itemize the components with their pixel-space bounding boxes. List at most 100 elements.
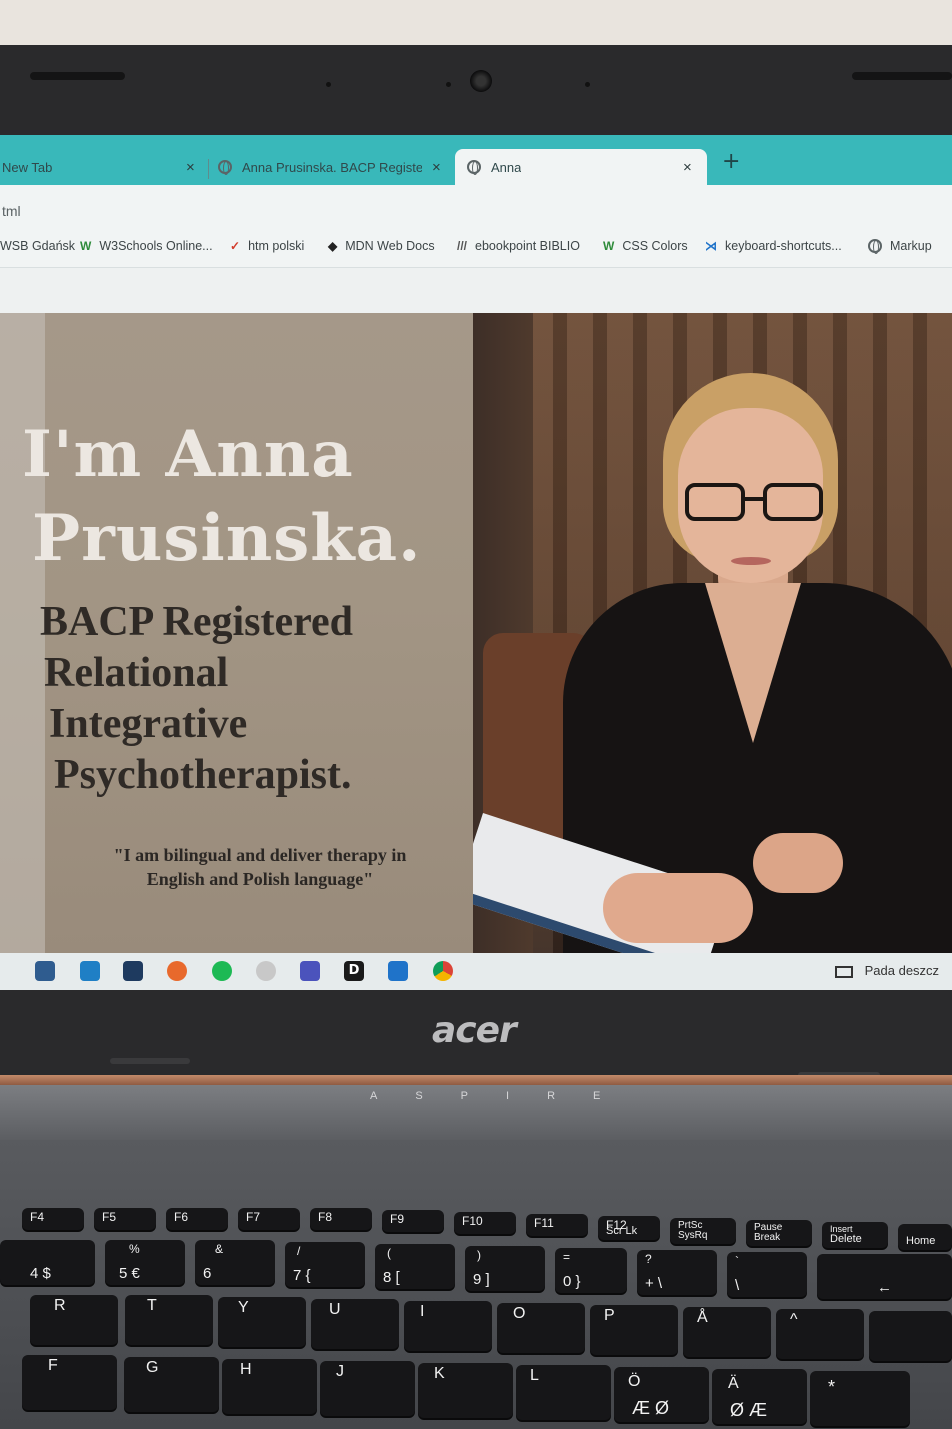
- d-app-icon[interactable]: D: [344, 961, 364, 981]
- key-plus[interactable]: ? + \: [637, 1250, 717, 1295]
- tab-anna[interactable]: Anna ×: [455, 149, 707, 185]
- mail-icon[interactable]: [80, 961, 100, 981]
- aspire-logo: ASPIRE: [370, 1090, 639, 1102]
- key-j[interactable]: J: [320, 1361, 415, 1416]
- bookmark-label: MDN Web Docs: [345, 239, 435, 253]
- hero-title-line: I'm Anna: [22, 417, 354, 492]
- key-8[interactable]: (8 [: [375, 1244, 455, 1289]
- key-l[interactable]: L: [516, 1365, 611, 1420]
- key-enter[interactable]: [869, 1311, 952, 1361]
- key-y[interactable]: Y: [218, 1297, 306, 1347]
- address-bar[interactable]: tml: [0, 185, 952, 227]
- key-f6[interactable]: F6: [166, 1208, 228, 1230]
- chrome-icon[interactable]: [433, 961, 453, 981]
- weather-icon: [835, 965, 853, 978]
- key-f9[interactable]: F9: [382, 1210, 444, 1232]
- key-f7[interactable]: F7: [238, 1208, 300, 1230]
- key-f12[interactable]: F12 Scr Lk: [598, 1216, 660, 1240]
- key-k[interactable]: K: [418, 1363, 513, 1418]
- ebookpoint-icon: ///: [457, 239, 468, 253]
- key-g[interactable]: G: [124, 1357, 219, 1412]
- key-f4[interactable]: F4: [22, 1208, 84, 1230]
- weather-widget[interactable]: Pada deszcz: [835, 963, 939, 978]
- key-p[interactable]: P: [590, 1305, 678, 1355]
- close-icon[interactable]: ×: [683, 159, 692, 176]
- globe-icon: [868, 239, 882, 254]
- vscode-icon[interactable]: [388, 961, 408, 981]
- key-t[interactable]: T: [125, 1295, 213, 1345]
- key-f10[interactable]: F10: [454, 1212, 516, 1234]
- key-h[interactable]: H: [222, 1359, 317, 1414]
- explorer-icon[interactable]: [35, 961, 55, 981]
- bookmark-ebookpoint[interactable]: /// ebookpoint BIBLIO: [457, 239, 580, 253]
- dropbox-icon[interactable]: [123, 961, 143, 981]
- key-f8[interactable]: F8: [310, 1208, 372, 1230]
- quote-line: "I am bilingual and deliver therapy in: [113, 845, 407, 865]
- subtitle-line: Integrative: [49, 701, 248, 747]
- key-7[interactable]: /7 {: [285, 1242, 365, 1287]
- key-r[interactable]: R: [30, 1295, 118, 1345]
- tab-anna-prusinska[interactable]: Anna Prusinska. BACP Registered ×: [218, 149, 450, 185]
- bookmark-markup[interactable]: Markup: [868, 239, 932, 254]
- key-9[interactable]: ) 9 ]: [465, 1246, 545, 1291]
- key-6[interactable]: & 6: [195, 1240, 275, 1285]
- close-icon[interactable]: ×: [432, 159, 441, 176]
- bookmark-label: W3Schools Online...: [99, 239, 213, 253]
- sensor-dot: [446, 82, 451, 87]
- bookmarks-bar: WSB Gdańsk W W3Schools Online... ✓ htm p…: [0, 227, 952, 268]
- bookmark-label: ebookpoint BIBLIO: [475, 239, 580, 253]
- key-i[interactable]: I: [404, 1301, 492, 1351]
- close-icon[interactable]: ×: [186, 159, 195, 176]
- key-delete[interactable]: Insert Delete: [822, 1222, 888, 1248]
- taskbar: D Pada deszcz: [0, 953, 952, 990]
- key-a-umlaut[interactable]: ÄØ Æ: [712, 1369, 807, 1424]
- panel-edge: [0, 313, 45, 953]
- key-caret[interactable]: ^: [776, 1309, 864, 1359]
- bookmark-label: CSS Colors: [622, 239, 688, 253]
- bookmark-mdn[interactable]: ◆ MDN Web Docs: [328, 239, 435, 253]
- app-icon[interactable]: [256, 961, 276, 981]
- key-5[interactable]: % 5 €: [105, 1240, 185, 1285]
- bookmark-htm-polski[interactable]: ✓ htm polski: [230, 239, 304, 253]
- mdn-icon: ◆: [328, 239, 338, 253]
- glasses-icon: [763, 483, 823, 521]
- weather-text: Pada deszcz: [864, 963, 940, 978]
- hinge-vent: [110, 1058, 190, 1064]
- key-f[interactable]: F: [22, 1355, 117, 1410]
- hero-quote: "I am bilingual and deliver therapy in E…: [60, 843, 460, 891]
- bookmark-label: Markup: [890, 239, 932, 253]
- quote-line: English and Polish language": [146, 869, 374, 889]
- firefox-icon[interactable]: [167, 961, 187, 981]
- bookmark-keyboard-shortcuts[interactable]: ⋊ keyboard-shortcuts...: [705, 239, 842, 253]
- key-4[interactable]: 4 $: [0, 1240, 95, 1285]
- glasses-icon: [685, 483, 745, 521]
- pin-icon: ✓: [230, 239, 241, 253]
- new-tab-button[interactable]: +: [722, 149, 740, 174]
- key-backspace[interactable]: ←: [817, 1254, 952, 1299]
- bookmark-wsb[interactable]: WSB Gdańsk: [0, 239, 75, 253]
- vscode-icon: ⋊: [705, 239, 717, 253]
- tab-label: Anna Prusinska. BACP Registered: [242, 159, 422, 175]
- key-prtsc[interactable]: PrtSc SysRq: [670, 1218, 736, 1244]
- key-a-ring[interactable]: Å: [683, 1307, 771, 1357]
- key-backslash[interactable]: ` \: [727, 1252, 807, 1297]
- key-o[interactable]: O: [497, 1303, 585, 1353]
- key-f5[interactable]: F5: [94, 1208, 156, 1230]
- bookmark-w3schools[interactable]: W W3Schools Online...: [80, 239, 213, 253]
- tab-label: Anna: [491, 159, 522, 175]
- key-f11[interactable]: F11: [526, 1214, 588, 1236]
- bookmark-css-colors[interactable]: W CSS Colors: [603, 239, 688, 253]
- key-o-umlaut[interactable]: ÖÆ Ø: [614, 1367, 709, 1422]
- key-pause[interactable]: Pause Break: [746, 1220, 812, 1246]
- keyboard-deck: F4 F5 F6 F7 F8 F9 F10 F11 F12 Scr Lk PrtS…: [0, 1140, 952, 1429]
- teams-icon[interactable]: [300, 961, 320, 981]
- key-u[interactable]: U: [311, 1299, 399, 1349]
- tab-new-tab[interactable]: New Tab ×: [0, 149, 205, 185]
- bookmark-label: WSB Gdańsk: [0, 239, 76, 253]
- key-asterisk[interactable]: *: [810, 1371, 910, 1426]
- spotify-icon[interactable]: [212, 961, 232, 981]
- key-0[interactable]: = 0 }: [555, 1248, 627, 1293]
- url-text[interactable]: tml: [2, 203, 21, 219]
- bookmark-label: keyboard-shortcuts...: [725, 239, 842, 253]
- key-home[interactable]: Home: [898, 1224, 952, 1250]
